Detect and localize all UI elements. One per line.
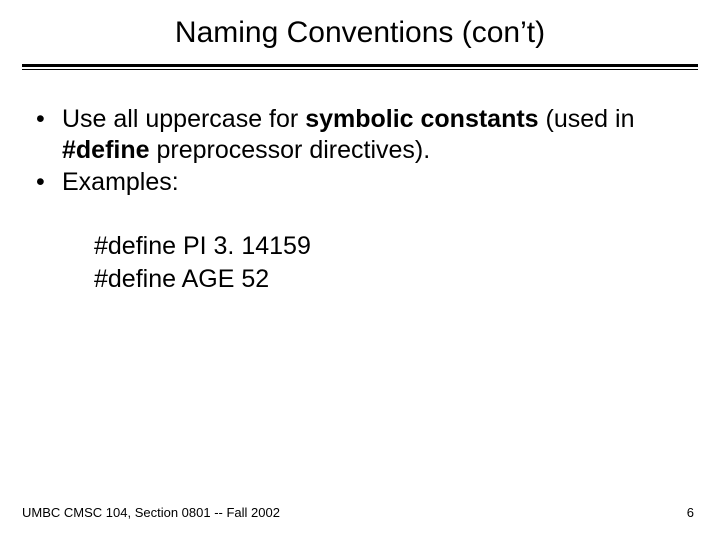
- slide: Naming Conventions (con’t) • Use all upp…: [0, 0, 720, 540]
- examples-block: #define PI 3. 14159 #define AGE 52: [94, 230, 684, 296]
- bullet-dot: •: [36, 104, 62, 165]
- bullet-1-pre: Use all uppercase for: [62, 105, 305, 133]
- bullet-1-bold2: #define: [62, 136, 150, 164]
- bullet-2: • Examples:: [36, 167, 684, 198]
- bullet-dot: •: [36, 167, 62, 198]
- body: • Use all uppercase for symbolic constan…: [0, 70, 720, 296]
- example-line-2: #define AGE 52: [94, 263, 684, 296]
- page-title: Naming Conventions (con’t): [0, 0, 720, 64]
- bullet-1-mid: (used in: [539, 105, 635, 133]
- footer-text: UMBC CMSC 104, Section 0801 -- Fall 2002: [22, 505, 280, 520]
- page-number: 6: [687, 505, 694, 520]
- bullet-1-text: Use all uppercase for symbolic constants…: [62, 104, 684, 165]
- example-line-1: #define PI 3. 14159: [94, 230, 684, 263]
- bullet-1-post: preprocessor directives).: [150, 136, 431, 164]
- bullet-1-bold1: symbolic constants: [305, 105, 538, 133]
- bullet-1: • Use all uppercase for symbolic constan…: [36, 104, 684, 165]
- bullet-2-text: Examples:: [62, 167, 684, 198]
